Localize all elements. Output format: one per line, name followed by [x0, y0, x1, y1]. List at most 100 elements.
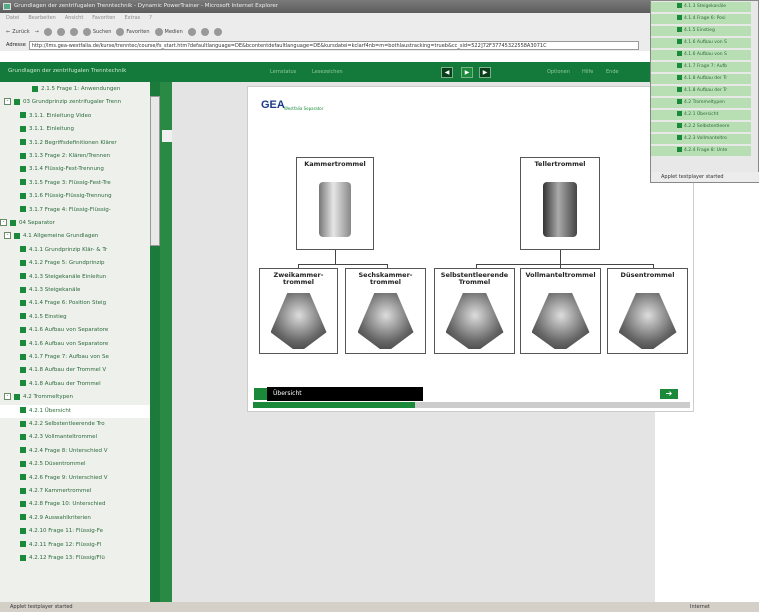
tree-item[interactable]: 4.2.12 Frage 13: Flüssig/Flü: [0, 552, 150, 565]
overlay-tree-item[interactable]: 4.2.2 Selbstentleere: [651, 122, 751, 132]
tree-item[interactable]: 4.2.2 Selbstentleerende Tro: [0, 418, 150, 431]
overlay-tree-item[interactable]: 4.2.3 Vollmanteltro: [651, 134, 751, 144]
tree-item-label: 3.1.2 Begriffsdefinitionen Klärer: [29, 139, 117, 146]
tree-item-label: 4.1.6 Aufbau von Separatore: [29, 327, 109, 334]
tree-scroll-thumb[interactable]: [150, 96, 160, 246]
overlay-tree-item[interactable]: 4.2.1 Übersicht: [651, 110, 751, 120]
tree-item[interactable]: - 03 Grundprinzip zentrifugaler Trenn: [0, 96, 150, 109]
page-icon: [677, 147, 682, 152]
tree-item-label: 4.2.11 Frage 12: Flüssig-Fl: [29, 541, 102, 548]
overlay-tree-item[interactable]: 4.1.7 Frage 7: Aufb: [651, 62, 751, 72]
page-icon: [677, 123, 682, 128]
page-icon: [20, 273, 26, 280]
tree-item[interactable]: 4.2.4 Frage 8: Unterschied V: [0, 445, 150, 458]
menu-bearbeiten[interactable]: Bearbeiten: [28, 13, 55, 24]
overlay-tree-item[interactable]: 4.1.8 Aufbau der Tr: [651, 86, 751, 96]
overlay-tree-item[interactable]: 4.1.6 Aufbau von S: [651, 50, 751, 60]
mail-icon[interactable]: [200, 27, 209, 36]
search-button[interactable]: Suchen: [82, 27, 111, 36]
tree-item[interactable]: 4.1.3 Steigekanäle Einleitun: [0, 271, 150, 284]
tree-item[interactable]: 4.1.7 Frage 7: Aufbau von Se: [0, 351, 150, 364]
previous-button[interactable]: ◀: [441, 67, 453, 78]
tree-item[interactable]: 4.1.2 Frage 5: Grundprinzip: [0, 257, 150, 270]
lernstatus-link[interactable]: Lernstatus: [270, 69, 296, 75]
favorites-button[interactable]: Favoriten: [116, 27, 150, 36]
tree-toggle-icon[interactable]: -: [0, 219, 7, 226]
print-icon[interactable]: [213, 27, 222, 36]
tree-item[interactable]: - 04 Separator: [0, 217, 150, 230]
tree-item[interactable]: 4.1.1 Grundprinzip Klär- & Tr: [0, 244, 150, 257]
tree-item[interactable]: 3.1.5 Frage 3: Flüssig-Fest-Tre: [0, 177, 150, 190]
optionen-link[interactable]: Optionen: [547, 69, 570, 75]
tree-item[interactable]: 4.1.6 Aufbau von Separatore: [0, 338, 150, 351]
tree-item[interactable]: 4.1.8 Aufbau der Trommel V: [0, 364, 150, 377]
tree-item[interactable]: 3.1.1. Einleitung Video: [0, 110, 150, 123]
drum-image: [319, 182, 351, 237]
page-icon: [10, 219, 16, 226]
tree-item[interactable]: 3.1.6 Flüssig-Flüssig-Trennung: [0, 190, 150, 203]
history-icon[interactable]: [187, 27, 196, 36]
next-slide-button[interactable]: ➔: [660, 389, 678, 399]
play-button[interactable]: ▶: [461, 67, 473, 78]
tree-item[interactable]: - 4.1 Allgemeine Grundlagen: [0, 230, 150, 243]
tree-item-label: 4.2.4 Frage 8: Unterschied V: [29, 447, 108, 454]
address-input[interactable]: http://lms.gea-westfalia.de/kurse/trennt…: [28, 40, 639, 50]
menu-ansicht[interactable]: Ansicht: [65, 13, 83, 24]
tree-item[interactable]: 3.1.4 Flüssig-Fest-Trennung: [0, 163, 150, 176]
tree-item-label: 3.1.3 Frage 2: Klären/Trennen: [29, 153, 111, 159]
tree-toggle-icon[interactable]: -: [4, 393, 11, 401]
lesezeichen-link[interactable]: Lesezeichen: [312, 69, 343, 75]
tree-item[interactable]: 3.1.2 Begriffsdefinitionen Klärer: [0, 137, 150, 150]
gea-logo: GEA: [261, 99, 285, 111]
page-icon: [20, 353, 26, 360]
overlay-tree-item[interactable]: 4.1.3 Steigekanäle: [651, 2, 751, 12]
tree-item[interactable]: 4.2.9 Auswahlkriterien: [0, 512, 150, 525]
tree-item[interactable]: 3.1.7 Frage 4: Flüssig-Flüssig-: [0, 204, 150, 217]
slide: GEA Westfalia Separator Kammertrommel Te…: [247, 86, 694, 412]
home-icon[interactable]: [69, 27, 78, 36]
tree-item[interactable]: 4.2.11 Frage 12: Flüssig-Fl: [0, 539, 150, 552]
refresh-icon[interactable]: [56, 27, 65, 36]
tree-item[interactable]: 4.1.5 Einstieg: [0, 311, 150, 324]
tree-item[interactable]: 4.2.8 Frage 10: Unterschied: [0, 498, 150, 511]
tree-item[interactable]: 3.1.3 Frage 2: Klären/Trennen: [0, 150, 150, 163]
tree-item[interactable]: 4.2.10 Frage 11: Flüssig-Fe: [0, 525, 150, 538]
menu-extras[interactable]: Extras: [124, 13, 140, 24]
overlay-tree-item[interactable]: 4.1.8 Aufbau der Tr: [651, 74, 751, 84]
tree-item[interactable]: 4.2.7 Kammertrommel: [0, 485, 150, 498]
tree-item[interactable]: 4.1.6 Aufbau von Separatore: [0, 324, 150, 337]
tree-item[interactable]: 4.1.3 Steigekanäle: [0, 284, 150, 297]
tree-toggle-icon[interactable]: -: [4, 232, 11, 240]
menu-help[interactable]: ?: [149, 13, 152, 24]
menu-datei[interactable]: Datei: [6, 13, 19, 24]
page-icon: [677, 99, 682, 104]
media-button[interactable]: Medien: [154, 27, 183, 36]
tree-toggle-icon[interactable]: -: [4, 98, 11, 106]
menu-favoriten[interactable]: Favoriten: [92, 13, 115, 24]
hilfe-link[interactable]: Hilfe: [582, 69, 593, 75]
tree-item[interactable]: 4.2.1 Übersicht: [0, 404, 150, 418]
overlay-tree-item[interactable]: 4.1.5 Einstieg: [651, 26, 751, 36]
overlay-tree-item[interactable]: 4.2 Trommeltypen: [651, 98, 751, 108]
collapse-tree-icon[interactable]: [162, 130, 172, 142]
tree-item[interactable]: 4.2.6 Frage 9: Unterschied V: [0, 472, 150, 485]
overlay-tree-item[interactable]: 4.1.6 Aufbau von S: [651, 38, 751, 48]
tree-item[interactable]: - 4.2 Trommeltypen: [0, 391, 150, 404]
tree-item[interactable]: 4.1.4 Frage 6: Position Steig: [0, 297, 150, 310]
box-label: Kammertrommel: [304, 160, 366, 168]
forward-button[interactable]: →: [35, 29, 39, 35]
overlay-tree-item[interactable]: 4.1.4 Frage 6: Posi: [651, 14, 751, 24]
next-button[interactable]: ▶: [479, 67, 491, 78]
overlay-tree-item[interactable]: 4.2.4 Frage 8: Unte: [651, 146, 751, 156]
page-icon: [677, 27, 682, 32]
tree-item[interactable]: 3.1.1. Einleitung: [0, 123, 150, 136]
ende-link[interactable]: Ende: [606, 69, 619, 75]
tree-item[interactable]: 4.2.5 Düsentrommel: [0, 458, 150, 471]
tree-item[interactable]: 2.1.5 Frage 1: Anwendungen: [0, 83, 150, 96]
tree-item[interactable]: 4.2.3 Vollmanteltrommel: [0, 431, 150, 444]
overlay-item-label: 4.1.7 Frage 7: Aufb: [684, 64, 727, 69]
tree-item-label: 4.2.5 Düsentrommel: [29, 461, 86, 468]
back-button[interactable]: ⇐ Zurück: [6, 29, 30, 35]
tree-item[interactable]: 4.1.8 Aufbau der Trommel: [0, 378, 150, 391]
stop-icon[interactable]: [43, 27, 52, 36]
